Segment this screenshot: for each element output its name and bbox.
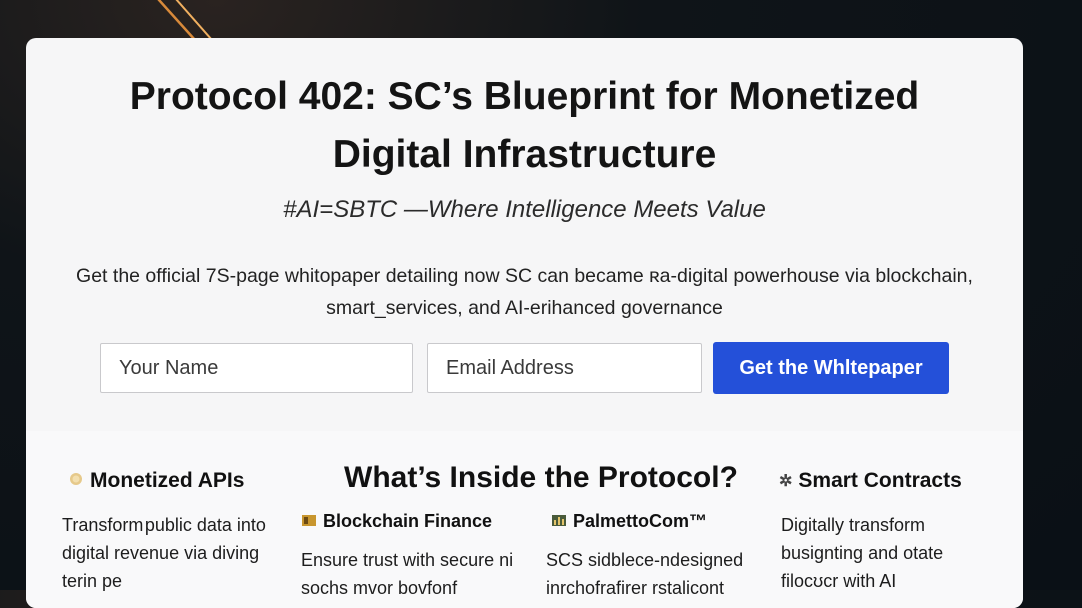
feature-text-smart-contracts: Digitally transform busignting and otate… [781,515,944,591]
features-section: What’s Inside the Protocol? Monetized AP… [26,431,1023,608]
feature-heading-label: Smart Contracts [798,469,962,492]
feature-heading-label: PalmettoCom™ [573,511,708,531]
feature-text-blockchain-finance: Ensure trust with secure ni sochs mvor b… [301,550,514,598]
feature-heading-label: Blockchain Finance [323,511,493,531]
ledger-icon [301,511,317,532]
feature-text-palmettocom: SCS sidblece-ndesigned inrchofrafirer rs… [546,550,744,598]
email-input[interactable] [427,343,702,393]
feature-heading-blockchain-finance: Blockchain Finance [301,511,492,532]
coin-icon [68,469,84,493]
name-input[interactable] [100,343,413,393]
feature-heading-smart-contracts: ✲ Smart Contracts [779,469,962,493]
light-streak-decoration [157,0,213,40]
gear-icon: ✲ [779,473,793,490]
description: Get the official 7S-page whitopaper deta… [76,265,973,319]
feature-heading-palmettocom: PalmettoCom™ [551,511,707,532]
feature-text-monetized-apis: Transform public data into digital reven… [62,515,266,591]
section-title: What’s Inside the Protocol? [344,461,738,494]
get-whitepaper-button[interactable]: Get the Whltepaper [713,342,949,394]
whitepaper-card: Protocol 402: SC’s Blueprint for Monetiz… [26,38,1023,608]
feature-heading-monetized-apis: Monetized APIs [68,469,244,493]
page-title: Protocol 402: SC’s Blueprint for Monetiz… [129,75,920,176]
tagline: #AI=SBTC —Where Intelligence Meets Value [283,196,766,223]
chart-icon [551,511,567,532]
feature-heading-label: Monetized APIs [90,469,245,492]
